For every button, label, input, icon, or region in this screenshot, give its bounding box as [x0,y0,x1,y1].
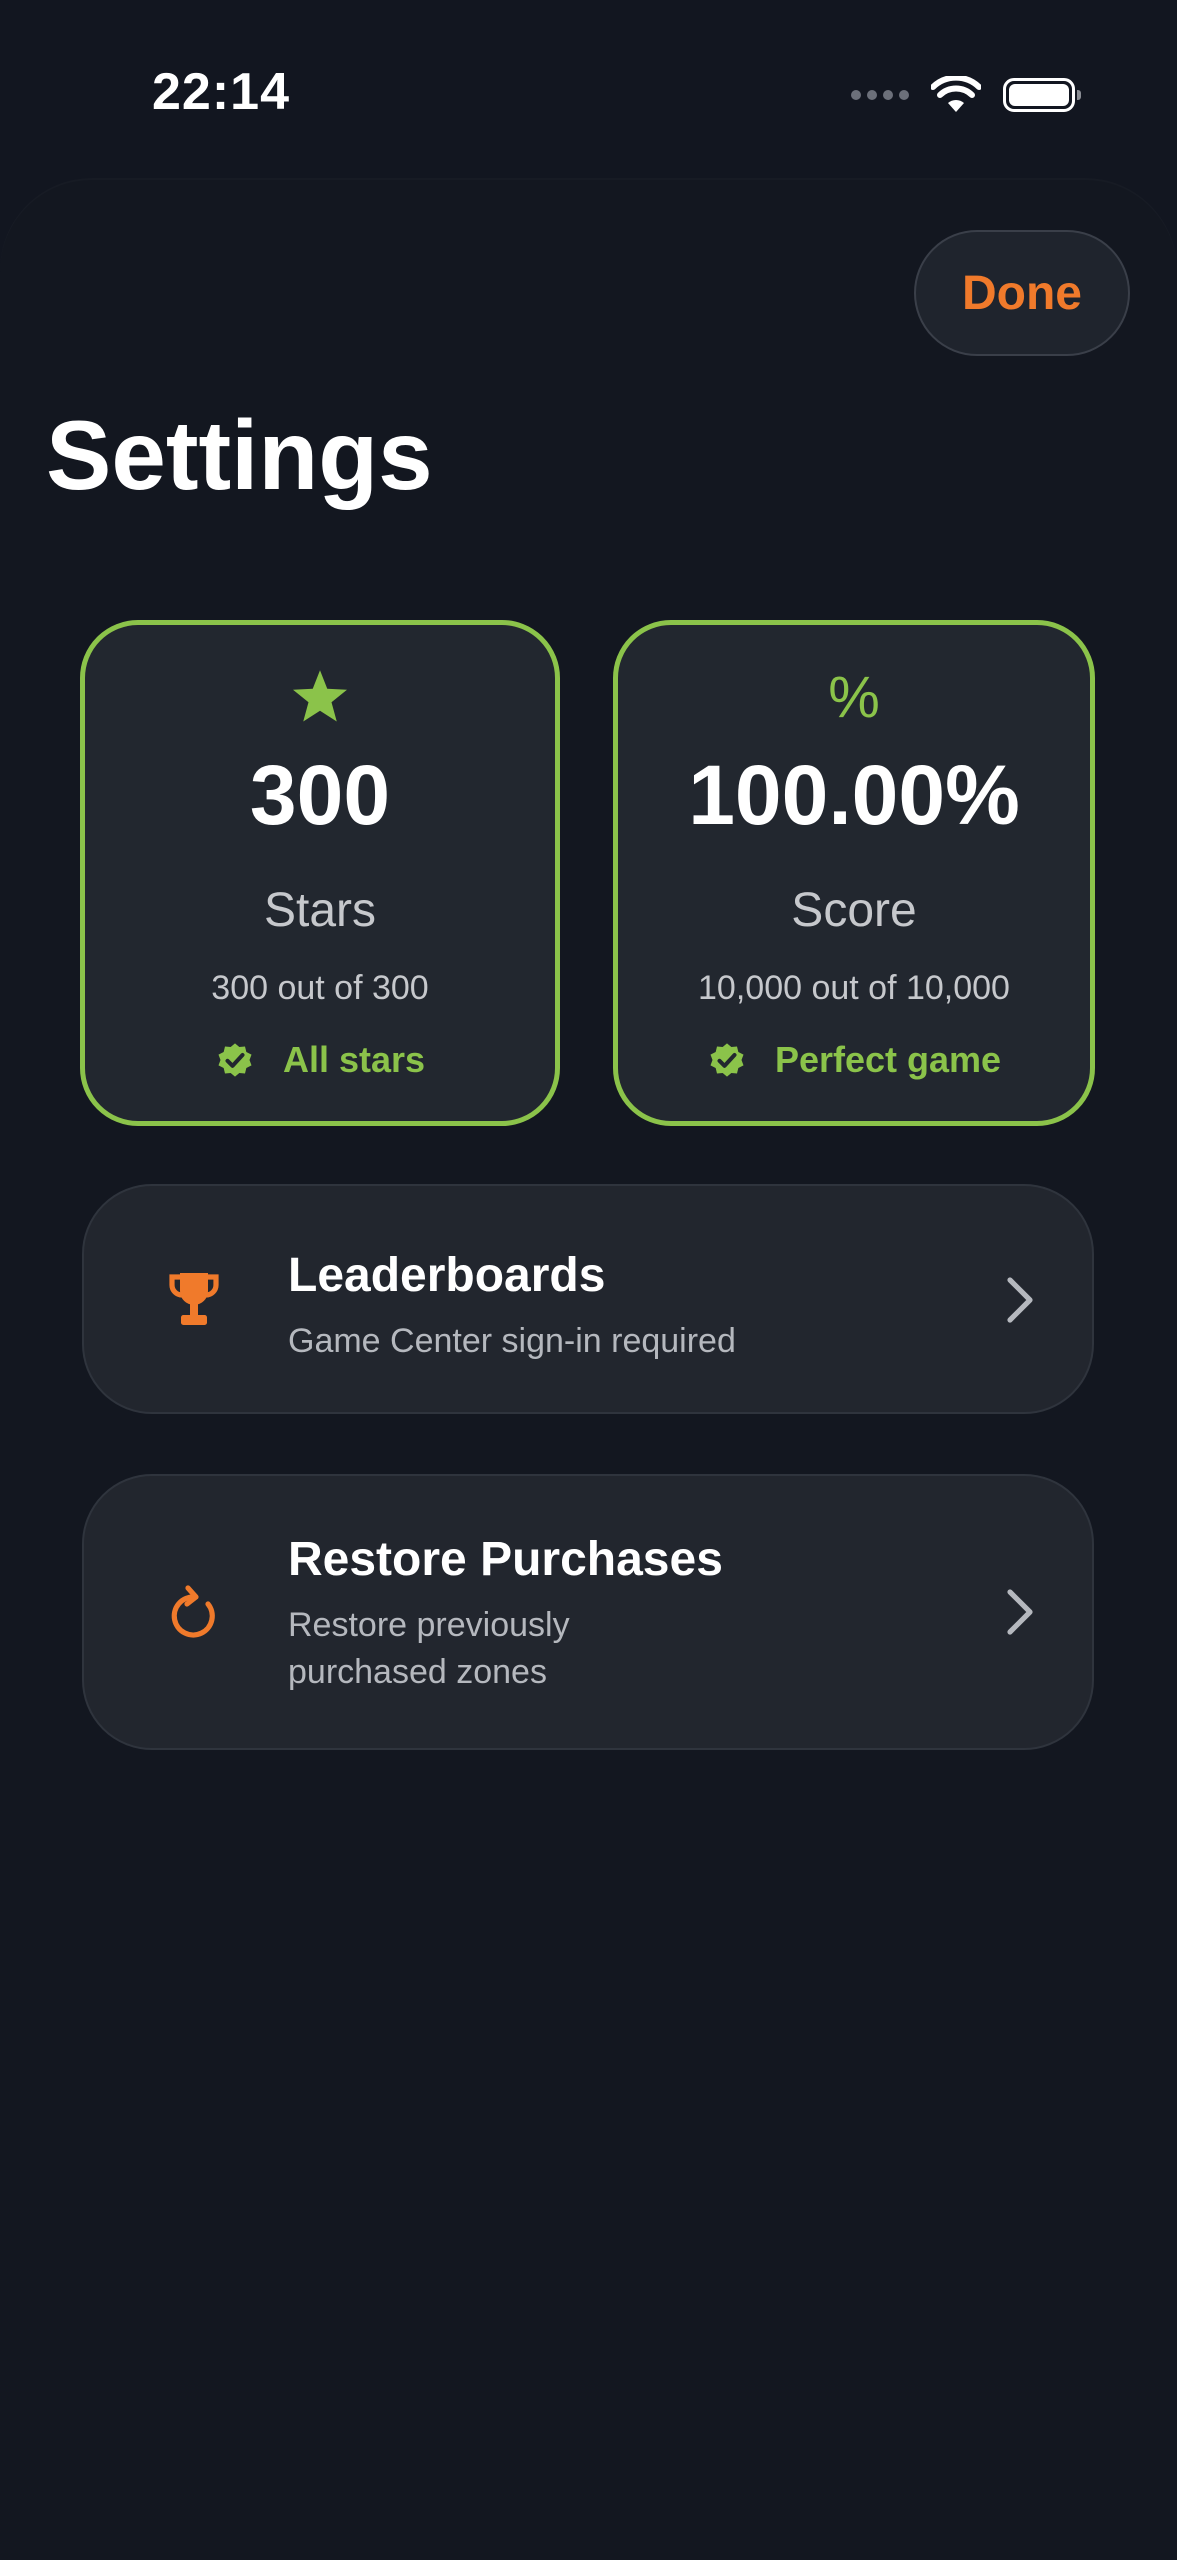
leaderboards-title: Leaderboards [288,1249,606,1302]
percent-icon: % [828,664,880,730]
chevron-right-icon [1000,1270,1040,1330]
score-badge-label: Perfect game [774,1039,1002,1080]
restore-purchases-subtitle: Restore previously purchased zones [288,1606,570,1691]
score-value: 100.00% [688,748,1020,842]
score-badge: Perfect game [618,1039,1090,1081]
restore-purchases-title: Restore Purchases [288,1533,723,1586]
verified-check-icon [710,1043,744,1077]
verified-check-icon [218,1043,252,1077]
done-button[interactable]: Done [914,230,1130,356]
settings-screen: 22:14 Done Settings 300 Stars 300 out of… [0,0,1177,2560]
page-title: Settings [46,400,433,510]
cellular-signal-icon [851,90,909,100]
leaderboards-subtitle: Game Center sign-in required [288,1322,736,1360]
battery-icon [1003,78,1081,112]
status-bar: 22:14 [0,0,1177,180]
status-icons [851,70,1081,120]
wifi-icon [931,76,981,112]
settings-sheet: Done Settings 300 Stars 300 out of 300 A… [0,180,1177,2560]
score-label: Score [791,884,917,937]
stars-detail: 300 out of 300 [211,969,429,1007]
refresh-icon [164,1584,224,1644]
stars-value: 300 [249,748,391,842]
stars-stat-card: 300 Stars 300 out of 300 All stars [80,620,560,1126]
leaderboards-row[interactable]: Leaderboards Game Center sign-in require… [82,1184,1094,1414]
chevron-right-icon [1000,1582,1040,1642]
star-icon [85,665,555,729]
stars-badge: All stars [85,1039,555,1081]
score-detail: 10,000 out of 10,000 [698,969,1010,1007]
stars-label: Stars [263,884,377,937]
status-time: 22:14 [152,63,290,121]
trophy-icon [164,1270,224,1330]
restore-purchases-row[interactable]: Restore Purchases Restore previously pur… [82,1474,1094,1750]
stars-badge-label: All stars [282,1039,426,1080]
score-stat-card: % 100.00% Score 10,000 out of 10,000 Per… [613,620,1095,1126]
